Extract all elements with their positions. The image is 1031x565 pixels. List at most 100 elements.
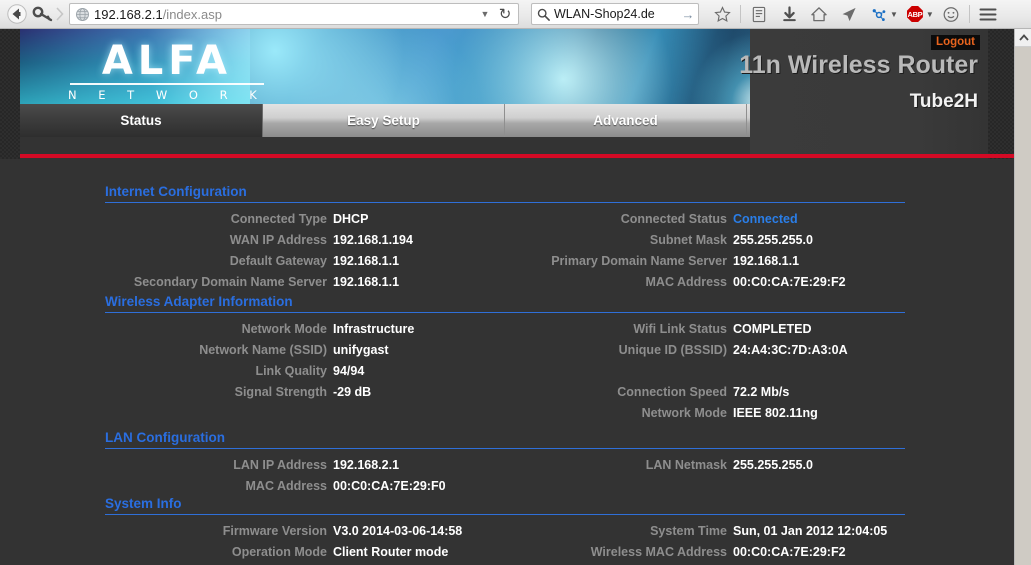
- info-cell-right: LAN Netmask 255.255.255.0: [515, 455, 905, 476]
- section-rows: Firmware Version V3.0 2014-03-06-14:58 Sys…: [105, 521, 905, 563]
- search-icon: [532, 8, 554, 21]
- info-label: Unique ID (BSSID): [618, 343, 727, 357]
- url-host: 192.168.2.1: [94, 6, 163, 22]
- tab-status[interactable]: Status: [20, 104, 263, 137]
- vertical-scrollbar[interactable]: [1014, 29, 1031, 565]
- info-label: Network Mode: [641, 406, 727, 420]
- bookmark-star-icon[interactable]: [707, 1, 737, 27]
- info-label: Connected Type: [230, 212, 327, 226]
- info-row: Network Name (SSID) unifygast Unique ID (B…: [105, 340, 905, 361]
- info-cell-left: MAC Address 00:C0:CA:7E:29:F0: [105, 476, 495, 497]
- info-cell-right: Connected Status Connected: [515, 209, 905, 230]
- info-value: DHCP: [333, 212, 369, 226]
- info-label: Wifi Link Status: [633, 322, 727, 336]
- info-value: 00:C0:CA:7E:29:F2: [733, 275, 846, 289]
- info-label: Network Mode: [241, 322, 327, 336]
- url-text: 192.168.2.1/index.asp: [92, 7, 476, 22]
- browser-toolbar-icons: ▼ ABP ▼: [707, 1, 1003, 27]
- info-cell-left: Signal Strength -29 dB: [105, 382, 495, 403]
- info-label: Wireless MAC Address: [590, 545, 727, 559]
- search-bar[interactable]: WLAN-Shop24.de →: [531, 3, 699, 25]
- info-value: 192.168.1.1: [733, 254, 800, 268]
- scrollbar-track[interactable]: [1015, 47, 1031, 565]
- info-cell-right: [515, 361, 905, 382]
- info-cell-left: Connected Type DHCP: [105, 209, 495, 230]
- browser-toolbar: 192.168.2.1/index.asp ▼ ↻ WLAN-Shop24.de…: [0, 0, 1031, 29]
- reload-icon[interactable]: ↻: [494, 5, 516, 23]
- back-button[interactable]: [3, 0, 31, 28]
- info-label: Subnet Mask: [649, 233, 727, 247]
- home-icon[interactable]: [804, 1, 834, 27]
- alfa-logo: ALFA N E T W O R K: [68, 41, 266, 102]
- info-cell-left: Default Gateway 192.168.1.1: [105, 251, 495, 272]
- url-path: /index.asp: [162, 6, 222, 22]
- info-cell-left: WAN IP Address 192.168.1.194: [105, 230, 495, 251]
- url-bar[interactable]: 192.168.2.1/index.asp ▼ ↻: [69, 3, 519, 25]
- section-rows: Connected Type DHCP Connected Status Connec…: [105, 209, 905, 293]
- info-cell-left: Firmware Version V3.0 2014-03-06-14:58: [105, 521, 495, 542]
- page-texture-right: [988, 29, 1014, 159]
- key-button[interactable]: [31, 1, 55, 27]
- search-submit-icon[interactable]: →: [678, 7, 698, 22]
- send-tab-icon[interactable]: [834, 1, 864, 27]
- info-label: System Time: [650, 524, 727, 538]
- info-cell-right: Primary Domain Name Server 192.168.1.1: [515, 251, 905, 272]
- info-label: Connected Status: [620, 212, 727, 226]
- info-cell-left: Secondary Domain Name Server 192.168.1.1: [105, 272, 495, 293]
- info-label: LAN Netmask: [645, 458, 727, 472]
- info-row: Default Gateway 192.168.1.1 Primary Domain…: [105, 251, 905, 272]
- section-title: System Info: [105, 496, 905, 515]
- info-row: Secondary Domain Name Server 192.168.1.1 M…: [105, 272, 905, 293]
- info-value: unifygast: [333, 343, 389, 357]
- info-label: Signal Strength: [234, 385, 327, 399]
- tab-advanced[interactable]: Advanced: [505, 104, 747, 137]
- info-cell-right: Wifi Link Status COMPLETED: [515, 319, 905, 340]
- forward-button[interactable]: [55, 0, 65, 28]
- search-input[interactable]: WLAN-Shop24.de: [554, 7, 678, 21]
- menu-hamburger-icon[interactable]: [973, 1, 1003, 27]
- info-row: Link Quality 94/94: [105, 361, 905, 382]
- brand-name: ALFA: [101, 38, 232, 84]
- tab-easy-setup[interactable]: Easy Setup: [263, 104, 505, 137]
- adblock-dropdown-icon[interactable]: ▼: [926, 10, 934, 19]
- info-value: 24:A4:3C:7D:A3:0A: [733, 343, 848, 357]
- logo-divider: [70, 83, 264, 85]
- info-label: MAC Address: [645, 275, 728, 289]
- info-cell-right: Subnet Mask 255.255.255.0: [515, 230, 905, 251]
- scrollbar-up-button[interactable]: [1015, 29, 1031, 47]
- key-icon: [32, 6, 53, 22]
- section-system-info: System Info Firmware Version V3.0 2014-03-…: [105, 496, 905, 563]
- sync-dropdown-icon[interactable]: ▼: [890, 10, 898, 19]
- info-row: Firmware Version V3.0 2014-03-06-14:58 Sys…: [105, 521, 905, 542]
- info-label: WAN IP Address: [229, 233, 327, 247]
- info-cell-left: [105, 403, 495, 424]
- model-name: Tube2H: [909, 91, 978, 112]
- toolbar-divider-2: [968, 5, 970, 23]
- info-value: 00:C0:CA:7E:29:F2: [733, 545, 846, 559]
- download-icon[interactable]: [774, 1, 804, 27]
- url-dropdown-icon[interactable]: ▼: [476, 9, 494, 19]
- info-value[interactable]: Connected: [733, 209, 798, 230]
- info-cell-right: Connection Speed 72.2 Mb/s: [515, 382, 905, 403]
- toolbar-divider: [740, 5, 741, 23]
- chevron-right-icon: [56, 7, 64, 21]
- info-row: Network Mode IEEE 802.11ng: [105, 403, 905, 424]
- router-admin-page: ALFA N E T W O R K Logout 11n Wireless R…: [0, 29, 1014, 565]
- feedback-smiley-icon[interactable]: [936, 1, 966, 27]
- info-cell-right: Unique ID (BSSID) 24:A4:3C:7D:A3:0A: [515, 340, 905, 361]
- reading-list-icon[interactable]: [744, 1, 774, 27]
- section-title: Wireless Adapter Information: [105, 294, 905, 313]
- info-cell-right: [515, 476, 905, 497]
- section-rows: LAN IP Address 192.168.2.1 LAN Netmask 255.…: [105, 455, 905, 497]
- brand-subtitle: N E T W O R K: [68, 88, 266, 102]
- info-row: MAC Address 00:C0:CA:7E:29:F0: [105, 476, 905, 497]
- info-value: V3.0 2014-03-06-14:58: [333, 524, 463, 538]
- logout-button[interactable]: Logout: [931, 35, 980, 50]
- info-cell-left: Network Name (SSID) unifygast: [105, 340, 495, 361]
- info-value: Infrastructure: [333, 322, 415, 336]
- info-label: Default Gateway: [229, 254, 327, 268]
- info-value: 192.168.1.194: [333, 233, 413, 247]
- section-title: LAN Configuration: [105, 430, 905, 449]
- info-label: Secondary Domain Name Server: [133, 275, 327, 289]
- info-label: Primary Domain Name Server: [551, 254, 727, 268]
